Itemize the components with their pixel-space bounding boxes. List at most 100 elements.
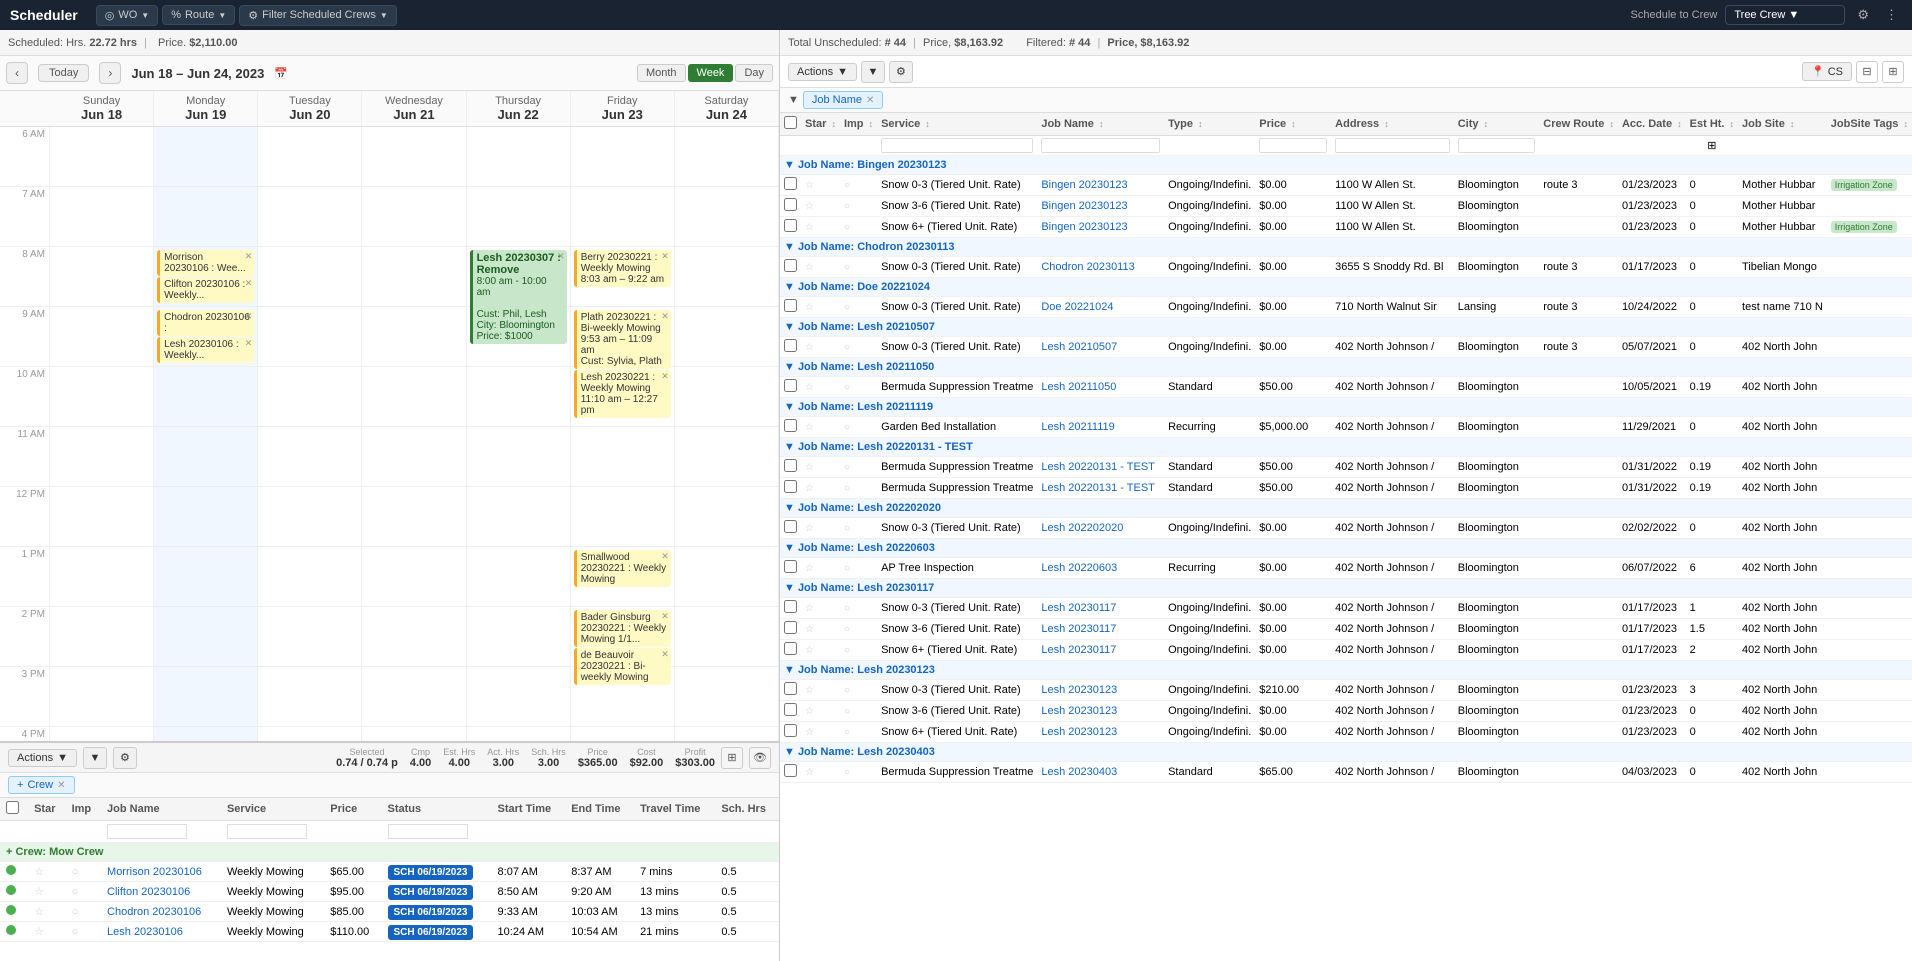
- prev-week-button[interactable]: ‹: [6, 62, 28, 84]
- sun-9am[interactable]: [50, 307, 154, 367]
- job-group-row[interactable]: ▼ Job Name: Lesh 20230403: [780, 743, 1912, 762]
- crew-filter-button[interactable]: ▼: [83, 747, 107, 769]
- imp-icon[interactable]: ○: [844, 563, 850, 574]
- imp-icon[interactable]: ○: [844, 706, 850, 717]
- job-group-row[interactable]: ▼ Job Name: Lesh 20210507: [780, 318, 1912, 337]
- mon-9am[interactable]: Chodron 20230106 : ✕ Lesh 20230106 : Wee…: [154, 307, 258, 367]
- tue-2pm[interactable]: [258, 607, 362, 667]
- crew-table-row[interactable]: ☆ ○ Lesh 20230106 Weekly Mowing $110.00 …: [0, 922, 779, 942]
- imp-icon[interactable]: ○: [844, 382, 850, 393]
- star-icon[interactable]: ☆: [805, 603, 814, 614]
- wo-button[interactable]: ◎ WO ▼: [96, 5, 158, 26]
- table-row[interactable]: ☆ ○ Bermuda Suppression Treatme Lesh 202…: [780, 478, 1912, 499]
- sun-11am[interactable]: [50, 427, 154, 487]
- row-checkbox[interactable]: [784, 177, 797, 190]
- sat-11am[interactable]: [675, 427, 779, 487]
- unsched-filter2-button[interactable]: ⚙: [889, 61, 913, 83]
- crew-table-row[interactable]: ☆ ○ Morrison 20230106 Weekly Mowing $65.…: [0, 862, 779, 882]
- table-row[interactable]: ☆ ○ Snow 6+ (Tiered Unit. Rate) Lesh 202…: [780, 722, 1912, 743]
- wed-6am[interactable]: [362, 127, 466, 187]
- imp-icon[interactable]: ○: [844, 727, 850, 738]
- row-checkbox[interactable]: [784, 764, 797, 777]
- star-icon[interactable]: ☆: [805, 302, 814, 313]
- mon-3pm[interactable]: [154, 667, 258, 727]
- sat-10am[interactable]: [675, 367, 779, 427]
- thu-3pm[interactable]: [467, 667, 571, 727]
- unsched-filter-service[interactable]: [881, 138, 1033, 153]
- row-checkbox[interactable]: [784, 259, 797, 272]
- filter-status-input[interactable]: [388, 824, 468, 839]
- calendar-area[interactable]: Sunday Jun 18 Monday Jun 19 Tuesday Jun …: [0, 91, 779, 741]
- tue-1pm[interactable]: [258, 547, 362, 607]
- sat-4pm[interactable]: [675, 727, 779, 741]
- imp-icon[interactable]: ○: [844, 483, 850, 494]
- crew-table-wrap[interactable]: Star Imp Job Name Service Price Status S…: [0, 798, 779, 961]
- unsched-table-wrap[interactable]: Star ↕ Imp ↕ Service ↕ Job Name ↕ Type ↕…: [780, 113, 1912, 961]
- filter-scheduled-crews-button[interactable]: ⚙ Filter Scheduled Crews ▼: [239, 5, 397, 26]
- wed-7am[interactable]: [362, 187, 466, 247]
- fri-6am[interactable]: [571, 127, 675, 187]
- header-settings-icon[interactable]: ⚙: [1853, 5, 1873, 25]
- mon-10am[interactable]: [154, 367, 258, 427]
- unsched-select-all[interactable]: [784, 116, 797, 129]
- sun-10am[interactable]: [50, 367, 154, 427]
- star-icon[interactable]: ☆: [805, 422, 814, 433]
- unsched-filter-button[interactable]: ▼: [861, 61, 885, 83]
- imp-icon[interactable]: ○: [72, 866, 79, 878]
- wed-4pm[interactable]: [362, 727, 466, 741]
- sun-7am[interactable]: [50, 187, 154, 247]
- row-checkbox[interactable]: [784, 379, 797, 392]
- route-button[interactable]: % Route ▼: [162, 5, 235, 25]
- event-close-icon[interactable]: ✕: [557, 251, 565, 262]
- imp-icon[interactable]: ○: [72, 906, 79, 918]
- imp-icon[interactable]: ○: [844, 624, 850, 635]
- mon-11am[interactable]: [154, 427, 258, 487]
- sat-8am[interactable]: [675, 247, 779, 307]
- table-row[interactable]: ☆ ○ Snow 3-6 (Tiered Unit. Rate) Bingen …: [780, 196, 1912, 217]
- star-icon[interactable]: ☆: [805, 462, 814, 473]
- sun-3pm[interactable]: [50, 667, 154, 727]
- sun-2pm[interactable]: [50, 607, 154, 667]
- mon-event-lesh[interactable]: Lesh 20230106 : Weekly... ✕: [157, 337, 254, 363]
- cs-button[interactable]: 📍 CS: [1802, 62, 1852, 81]
- mon-4pm[interactable]: [154, 727, 258, 741]
- unsched-actions-button[interactable]: Actions ▼: [788, 63, 857, 81]
- sun-4pm[interactable]: [50, 727, 154, 741]
- sat-7am[interactable]: [675, 187, 779, 247]
- job-name-filter-tag[interactable]: Job Name ✕: [803, 91, 884, 109]
- tue-7am[interactable]: [258, 187, 362, 247]
- table-row[interactable]: ☆ ○ Bermuda Suppression Treatme Lesh 202…: [780, 377, 1912, 398]
- star-icon[interactable]: ☆: [805, 685, 814, 696]
- row-checkbox[interactable]: [784, 642, 797, 655]
- fri-4pm[interactable]: [571, 727, 675, 741]
- sat-2pm[interactable]: [675, 607, 779, 667]
- star-icon[interactable]: ☆: [34, 866, 44, 878]
- tue-3pm[interactable]: [258, 667, 362, 727]
- imp-icon[interactable]: ○: [844, 201, 850, 212]
- wed-3pm[interactable]: [362, 667, 466, 727]
- table-row[interactable]: ☆ ○ Snow 0-3 (Tiered Unit. Rate) Lesh 20…: [780, 518, 1912, 539]
- wed-12pm[interactable]: [362, 487, 466, 547]
- unsched-filter-city[interactable]: [1458, 138, 1536, 153]
- event-close-icon[interactable]: ✕: [661, 649, 669, 660]
- event-close-icon[interactable]: ✕: [245, 338, 253, 349]
- star-icon[interactable]: ☆: [805, 262, 814, 273]
- job-group-row[interactable]: ▼ Job Name: Doe 20221024: [780, 278, 1912, 297]
- row-checkbox[interactable]: [784, 219, 797, 232]
- week-view-button[interactable]: Week: [688, 64, 734, 82]
- crew-table-row[interactable]: ☆ ○ Chodron 20230106 Weekly Mowing $85.0…: [0, 902, 779, 922]
- star-icon[interactable]: ☆: [805, 645, 814, 656]
- job-name-filter-close-icon[interactable]: ✕: [866, 95, 874, 106]
- fri-3pm[interactable]: [571, 667, 675, 727]
- unsched-filter-price[interactable]: [1259, 138, 1327, 153]
- today-button[interactable]: Today: [38, 64, 89, 82]
- imp-icon[interactable]: ○: [844, 523, 850, 534]
- imp-icon[interactable]: ○: [844, 767, 850, 778]
- eye-icon[interactable]: 👁: [749, 747, 771, 769]
- thu-1pm[interactable]: [467, 547, 571, 607]
- row-checkbox[interactable]: [784, 520, 797, 533]
- event-close-icon[interactable]: ✕: [245, 251, 253, 262]
- fri-event-bader[interactable]: Bader Ginsburg 20230221 : Weekly Mowing …: [574, 610, 671, 647]
- imp-icon[interactable]: ○: [844, 222, 850, 233]
- sun-6am[interactable]: [50, 127, 154, 187]
